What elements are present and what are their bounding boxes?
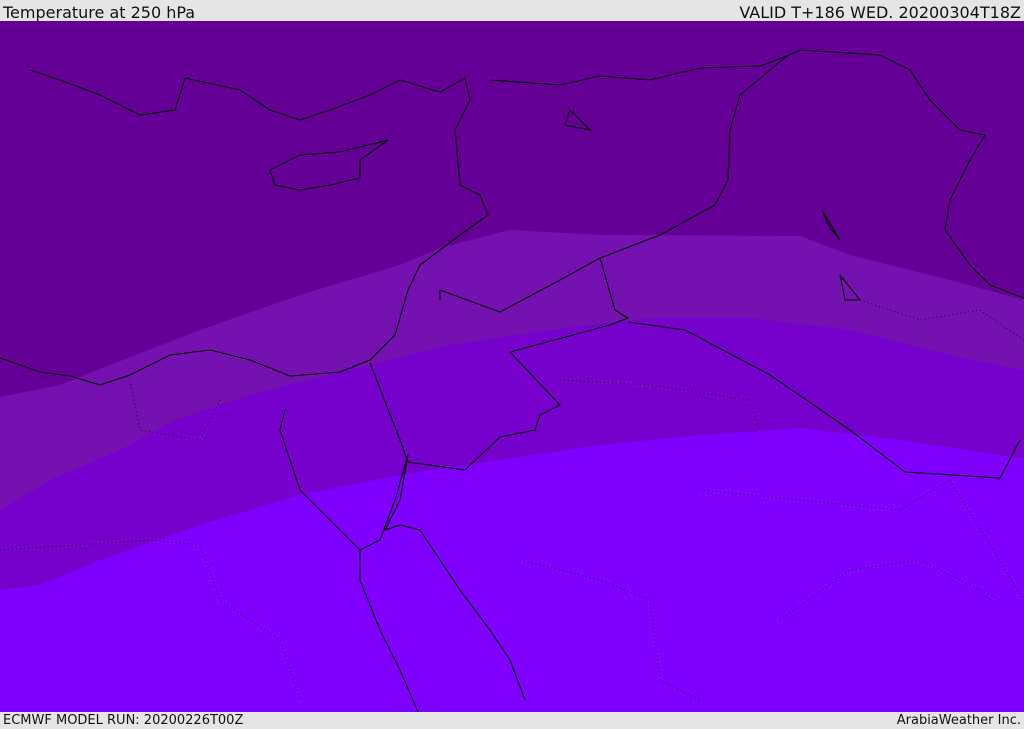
map-title: Temperature at 250 hPa bbox=[3, 3, 196, 22]
model-run: ECMWF MODEL RUN: 20200226T00Z bbox=[3, 713, 244, 728]
valid-time: VALID T+186 WED. 20200304T18Z bbox=[739, 3, 1021, 22]
temperature-map bbox=[0, 21, 1024, 712]
header-bar: Temperature at 250 hPa VALID T+186 WED. … bbox=[0, 0, 1024, 22]
footer-bar: ECMWF MODEL RUN: 20200226T00Z ArabiaWeat… bbox=[0, 712, 1024, 729]
credit: ArabiaWeather Inc. bbox=[896, 713, 1021, 728]
